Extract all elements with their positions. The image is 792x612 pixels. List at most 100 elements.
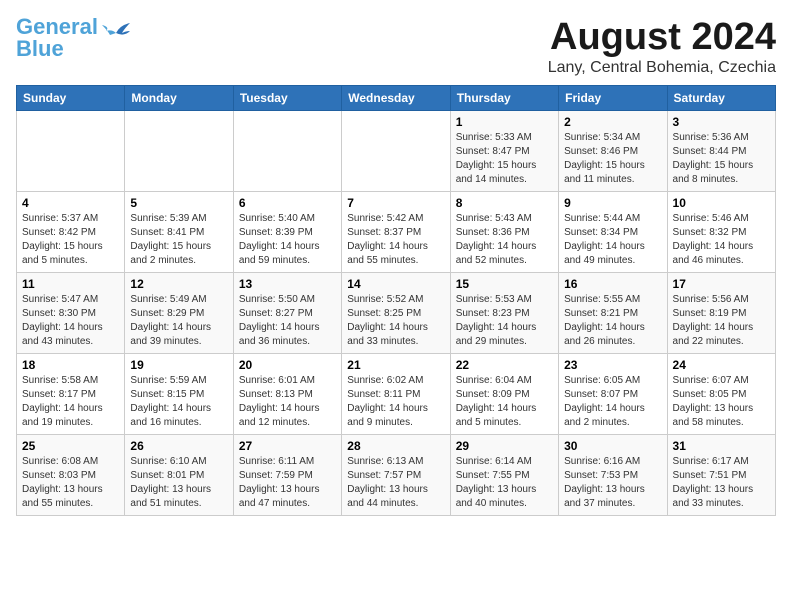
day-info: Sunrise: 6:04 AM Sunset: 8:09 PM Dayligh… — [456, 374, 553, 430]
page-header: General Blue August 2024 Lany, Central B… — [16, 16, 776, 77]
day-number: 28 — [347, 439, 444, 453]
day-info: Sunrise: 6:11 AM Sunset: 7:59 PM Dayligh… — [239, 455, 336, 511]
day-info: Sunrise: 5:50 AM Sunset: 8:27 PM Dayligh… — [239, 293, 336, 349]
calendar-cell: 15 Sunrise: 5:53 AM Sunset: 8:23 PM Dayli… — [450, 273, 558, 354]
day-info: Sunrise: 5:42 AM Sunset: 8:37 PM Dayligh… — [347, 212, 444, 268]
day-number: 1 — [456, 115, 553, 129]
day-info: Sunrise: 5:39 AM Sunset: 8:41 PM Dayligh… — [130, 212, 227, 268]
day-info: Sunrise: 5:56 AM Sunset: 8:19 PM Dayligh… — [673, 293, 770, 349]
week-row-3: 11 Sunrise: 5:47 AM Sunset: 8:30 PM Dayli… — [17, 273, 776, 354]
day-info: Sunrise: 6:16 AM Sunset: 7:53 PM Dayligh… — [564, 455, 661, 511]
week-row-2: 4 Sunrise: 5:37 AM Sunset: 8:42 PM Daylig… — [17, 192, 776, 273]
day-number: 23 — [564, 358, 661, 372]
calendar-cell: 27 Sunrise: 6:11 AM Sunset: 7:59 PM Dayli… — [233, 435, 341, 516]
day-number: 16 — [564, 277, 661, 291]
day-info: Sunrise: 6:14 AM Sunset: 7:55 PM Dayligh… — [456, 455, 553, 511]
day-info: Sunrise: 5:43 AM Sunset: 8:36 PM Dayligh… — [456, 212, 553, 268]
calendar-cell: 16 Sunrise: 5:55 AM Sunset: 8:21 PM Dayli… — [559, 273, 667, 354]
column-header-sunday: Sunday — [17, 86, 125, 111]
day-info: Sunrise: 5:49 AM Sunset: 8:29 PM Dayligh… — [130, 293, 227, 349]
day-info: Sunrise: 6:13 AM Sunset: 7:57 PM Dayligh… — [347, 455, 444, 511]
column-header-thursday: Thursday — [450, 86, 558, 111]
day-number: 30 — [564, 439, 661, 453]
column-header-friday: Friday — [559, 86, 667, 111]
main-title: August 2024 — [548, 16, 776, 59]
calendar-cell: 2 Sunrise: 5:34 AM Sunset: 8:46 PM Daylig… — [559, 111, 667, 192]
calendar-cell: 23 Sunrise: 6:05 AM Sunset: 8:07 PM Dayli… — [559, 354, 667, 435]
calendar-cell: 17 Sunrise: 5:56 AM Sunset: 8:19 PM Dayli… — [667, 273, 775, 354]
day-info: Sunrise: 5:52 AM Sunset: 8:25 PM Dayligh… — [347, 293, 444, 349]
day-info: Sunrise: 6:10 AM Sunset: 8:01 PM Dayligh… — [130, 455, 227, 511]
day-number: 3 — [673, 115, 770, 129]
column-header-monday: Monday — [125, 86, 233, 111]
logo-bird-icon — [102, 23, 130, 45]
day-number: 5 — [130, 196, 227, 210]
day-info: Sunrise: 6:08 AM Sunset: 8:03 PM Dayligh… — [22, 455, 119, 511]
calendar-cell: 25 Sunrise: 6:08 AM Sunset: 8:03 PM Dayli… — [17, 435, 125, 516]
column-header-tuesday: Tuesday — [233, 86, 341, 111]
calendar-cell: 31 Sunrise: 6:17 AM Sunset: 7:51 PM Dayli… — [667, 435, 775, 516]
day-info: Sunrise: 6:07 AM Sunset: 8:05 PM Dayligh… — [673, 374, 770, 430]
day-info: Sunrise: 5:58 AM Sunset: 8:17 PM Dayligh… — [22, 374, 119, 430]
day-info: Sunrise: 5:37 AM Sunset: 8:42 PM Dayligh… — [22, 212, 119, 268]
day-number: 24 — [673, 358, 770, 372]
logo: General Blue — [16, 16, 130, 60]
day-number: 10 — [673, 196, 770, 210]
calendar-cell: 8 Sunrise: 5:43 AM Sunset: 8:36 PM Daylig… — [450, 192, 558, 273]
day-number: 22 — [456, 358, 553, 372]
day-number: 17 — [673, 277, 770, 291]
day-number: 18 — [22, 358, 119, 372]
calendar-cell: 13Sunrise: 5:50 AM Sunset: 8:27 PM Dayli… — [233, 273, 341, 354]
calendar-header: SundayMondayTuesdayWednesdayThursdayFrid… — [17, 86, 776, 111]
day-number: 14 — [347, 277, 444, 291]
day-info: Sunrise: 5:59 AM Sunset: 8:15 PM Dayligh… — [130, 374, 227, 430]
calendar-cell: 26 Sunrise: 6:10 AM Sunset: 8:01 PM Dayli… — [125, 435, 233, 516]
calendar-cell: 29 Sunrise: 6:14 AM Sunset: 7:55 PM Dayli… — [450, 435, 558, 516]
day-info: Sunrise: 6:05 AM Sunset: 8:07 PM Dayligh… — [564, 374, 661, 430]
calendar-cell: 19 Sunrise: 5:59 AM Sunset: 8:15 PM Dayli… — [125, 354, 233, 435]
calendar-cell: 30 Sunrise: 6:16 AM Sunset: 7:53 PM Dayli… — [559, 435, 667, 516]
calendar-cell: 24 Sunrise: 6:07 AM Sunset: 8:05 PM Dayli… — [667, 354, 775, 435]
day-number: 11 — [22, 277, 119, 291]
day-info: Sunrise: 6:02 AM Sunset: 8:11 PM Dayligh… — [347, 374, 444, 430]
calendar-cell — [17, 111, 125, 192]
day-number: 19 — [130, 358, 227, 372]
day-number: 4 — [22, 196, 119, 210]
calendar-cell: 28 Sunrise: 6:13 AM Sunset: 7:57 PM Dayli… — [342, 435, 450, 516]
calendar-cell — [233, 111, 341, 192]
calendar-cell: 3 Sunrise: 5:36 AM Sunset: 8:44 PM Daylig… — [667, 111, 775, 192]
day-info: Sunrise: 5:53 AM Sunset: 8:23 PM Dayligh… — [456, 293, 553, 349]
day-number: 26 — [130, 439, 227, 453]
day-info: Sunrise: 5:36 AM Sunset: 8:44 PM Dayligh… — [673, 131, 770, 187]
day-info: Sunrise: 5:47 AM Sunset: 8:30 PM Dayligh… — [22, 293, 119, 349]
calendar-cell: 9 Sunrise: 5:44 AM Sunset: 8:34 PM Daylig… — [559, 192, 667, 273]
calendar-cell: 1 Sunrise: 5:33 AM Sunset: 8:47 PM Daylig… — [450, 111, 558, 192]
day-number: 25 — [22, 439, 119, 453]
day-number: 29 — [456, 439, 553, 453]
logo-text: General Blue — [16, 16, 98, 60]
day-number: 27 — [239, 439, 336, 453]
week-row-1: 1 Sunrise: 5:33 AM Sunset: 8:47 PM Daylig… — [17, 111, 776, 192]
column-header-saturday: Saturday — [667, 86, 775, 111]
day-number: 15 — [456, 277, 553, 291]
calendar-cell: 5 Sunrise: 5:39 AM Sunset: 8:41 PM Daylig… — [125, 192, 233, 273]
day-info: Sunrise: 5:33 AM Sunset: 8:47 PM Dayligh… — [456, 131, 553, 187]
calendar-cell: 4 Sunrise: 5:37 AM Sunset: 8:42 PM Daylig… — [17, 192, 125, 273]
day-number: 2 — [564, 115, 661, 129]
day-info: Sunrise: 5:55 AM Sunset: 8:21 PM Dayligh… — [564, 293, 661, 349]
calendar-cell: 18 Sunrise: 5:58 AM Sunset: 8:17 PM Dayli… — [17, 354, 125, 435]
day-info: Sunrise: 5:34 AM Sunset: 8:46 PM Dayligh… — [564, 131, 661, 187]
calendar-cell: 10Sunrise: 5:46 AM Sunset: 8:32 PM Dayli… — [667, 192, 775, 273]
day-number: 31 — [673, 439, 770, 453]
week-row-5: 25 Sunrise: 6:08 AM Sunset: 8:03 PM Dayli… — [17, 435, 776, 516]
day-number: 8 — [456, 196, 553, 210]
column-header-wednesday: Wednesday — [342, 86, 450, 111]
calendar-cell: 14 Sunrise: 5:52 AM Sunset: 8:25 PM Dayli… — [342, 273, 450, 354]
day-number: 6 — [239, 196, 336, 210]
calendar-cell — [125, 111, 233, 192]
day-info: Sunrise: 5:40 AM Sunset: 8:39 PM Dayligh… — [239, 212, 336, 268]
day-info: Sunrise: 6:17 AM Sunset: 7:51 PM Dayligh… — [673, 455, 770, 511]
title-section: August 2024 Lany, Central Bohemia, Czech… — [548, 16, 776, 77]
day-info: Sunrise: 5:44 AM Sunset: 8:34 PM Dayligh… — [564, 212, 661, 268]
day-number: 9 — [564, 196, 661, 210]
